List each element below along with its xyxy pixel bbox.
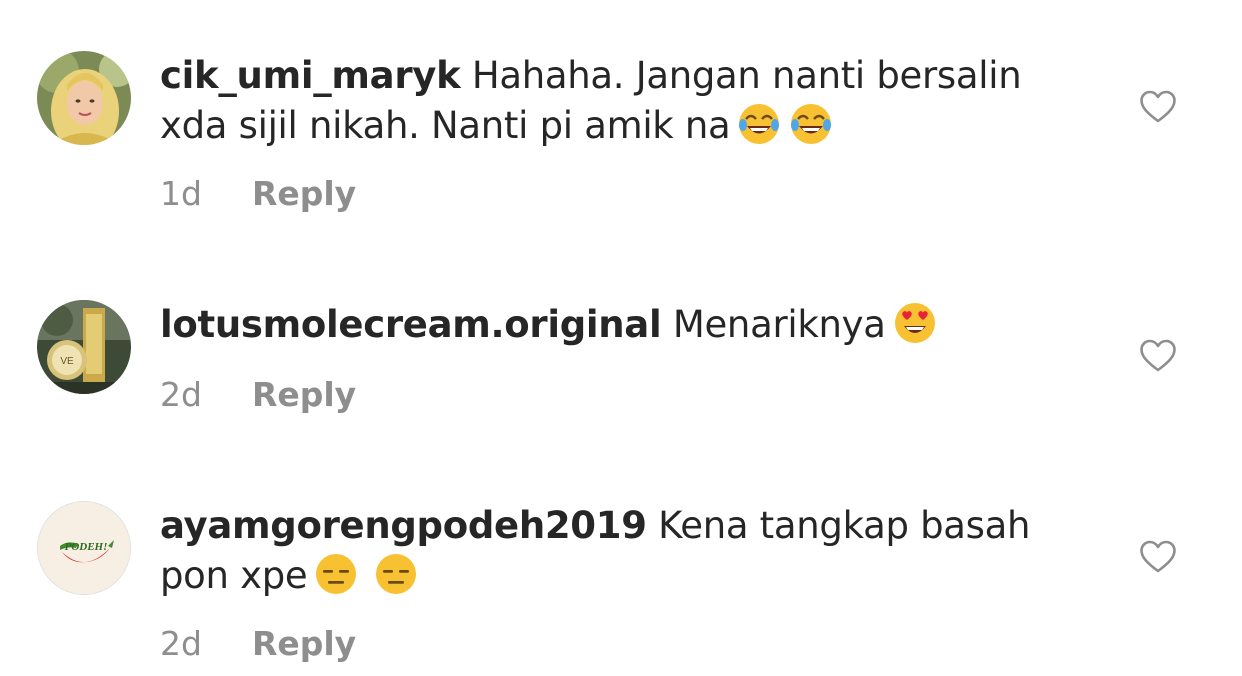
comment-body-line2: xda sijil nikah. Nanti pi amik na — [160, 104, 731, 147]
avatar[interactable] — [37, 51, 131, 145]
comment-meta: 2d Reply — [160, 624, 356, 664]
podeh-logo-avatar: PODEH! — [38, 502, 130, 594]
comment-item: PODEH! ayamgorengpodeh2019 Kena tangkap … — [0, 460, 1242, 676]
comment-item: cik_umi_maryk Hahaha. Jangan nanti bersa… — [0, 0, 1242, 240]
reply-button[interactable]: Reply — [252, 174, 356, 214]
face-with-tears-of-joy-icon — [736, 101, 782, 147]
face-with-tears-of-joy-icon — [788, 101, 834, 147]
comment-username[interactable]: lotusmolecream.original — [160, 303, 662, 346]
avatar-logo-text: PODEH! — [65, 541, 108, 553]
reply-button[interactable]: Reply — [252, 375, 356, 415]
heart-outline-icon[interactable] — [1139, 90, 1177, 124]
svg-text:VE: VE — [60, 356, 74, 367]
comment-body-line1: Kena tangkap basah — [646, 504, 1031, 547]
comments-list: cik_umi_maryk Hahaha. Jangan nanti bersa… — [0, 0, 1242, 676]
woman-hijab-avatar — [37, 51, 131, 145]
cream-product-avatar: VE — [37, 300, 131, 394]
comment-text: lotusmolecream.original Menariknya — [160, 300, 1090, 350]
comment-item: VE lotusmolecream.original Menariknya 2d… — [0, 240, 1242, 460]
reply-button[interactable]: Reply — [252, 624, 356, 664]
avatar[interactable]: VE — [37, 300, 131, 394]
comment-timestamp: 2d — [160, 375, 202, 414]
comment-body-line2: pon xpe — [160, 554, 308, 597]
comment-username[interactable]: cik_umi_maryk — [160, 54, 461, 97]
comment-text: ayamgorengpodeh2019 Kena tangkap basah p… — [160, 501, 1090, 601]
heart-outline-icon[interactable] — [1139, 540, 1177, 574]
heart-eyes-emoji-icon — [892, 300, 938, 346]
comment-text: cik_umi_maryk Hahaha. Jangan nanti bersa… — [160, 51, 1090, 151]
comment-meta: 1d Reply — [160, 174, 356, 214]
expressionless-face-icon — [373, 551, 419, 597]
comment-meta: 2d Reply — [160, 375, 356, 415]
comment-timestamp: 1d — [160, 174, 202, 213]
comment-timestamp: 2d — [160, 624, 202, 663]
expressionless-face-icon — [313, 551, 359, 597]
avatar[interactable]: PODEH! — [37, 501, 131, 595]
heart-outline-icon[interactable] — [1139, 339, 1177, 373]
comment-body-line1: Hahaha. Jangan nanti bersalin — [460, 54, 1022, 97]
comment-username[interactable]: ayamgorengpodeh2019 — [160, 504, 647, 547]
comment-body-line1: Menariknya — [661, 303, 886, 346]
